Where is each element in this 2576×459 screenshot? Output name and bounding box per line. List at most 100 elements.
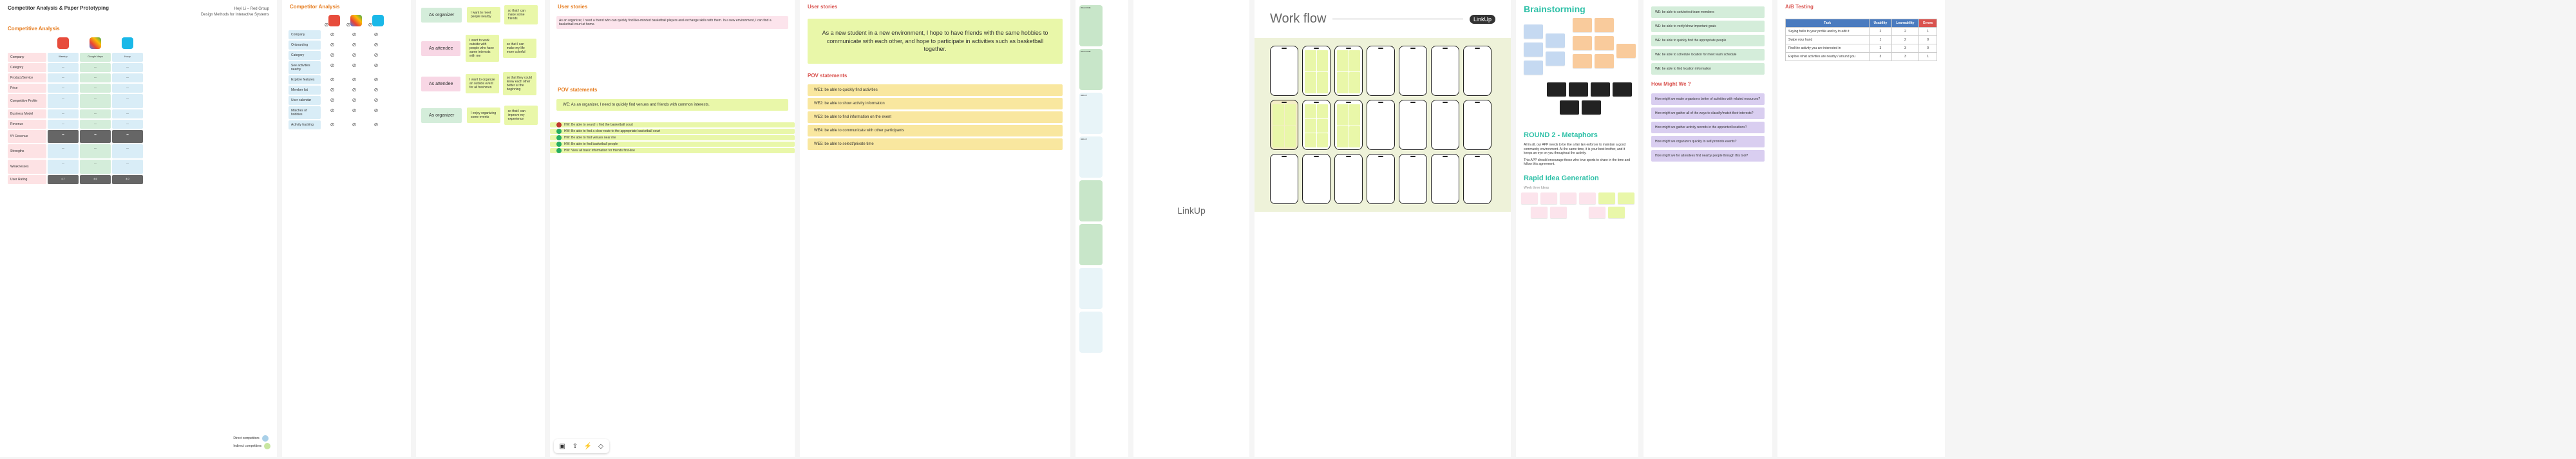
wireframe-phone[interactable]: [1399, 154, 1427, 204]
sticky-note[interactable]: [1616, 44, 1636, 58]
sticky-note[interactable]: I want to work outside with people who h…: [466, 35, 499, 62]
panel-pov-hmw: User stories As an organizer, I need a f…: [550, 0, 795, 457]
sticky-note[interactable]: I want to organize an outside event for …: [466, 74, 499, 93]
hoop-icon: [122, 37, 133, 49]
sticky-note[interactable]: I enjoy organizing some events: [467, 108, 500, 123]
table-row: Find the activity you are interested in3…: [1786, 44, 1937, 53]
competitor-table: Company Meetup Google Maps Hoop Category…: [0, 35, 277, 184]
sticky-note[interactable]: [1524, 24, 1543, 39]
sticky-note[interactable]: [1569, 82, 1588, 97]
wireframe-phone[interactable]: [1463, 100, 1492, 150]
sticky-note[interactable]: I want to meet people nearby: [467, 7, 500, 23]
section-title: User stories: [800, 0, 1070, 14]
wireframe-phone[interactable]: [1270, 100, 1298, 150]
wireframe-phone[interactable]: [1270, 46, 1298, 96]
we-statement: WE3: be able to find information on the …: [808, 111, 1063, 123]
wireframe-phone[interactable]: [1399, 100, 1427, 150]
sticky-note[interactable]: [1595, 36, 1614, 50]
sticky-note[interactable]: [1547, 82, 1566, 97]
sticky-note[interactable]: [1560, 192, 1577, 204]
page-title: Competitor Analysis & Paper Prototyping: [8, 5, 109, 17]
wireframe-phone[interactable]: [1334, 100, 1363, 150]
wireframe-phone[interactable]: [1302, 154, 1331, 204]
wireframe-phone[interactable]: [1431, 100, 1459, 150]
sticky-note[interactable]: so that I can make my life more colorful: [503, 39, 536, 58]
sticky-note[interactable]: [1531, 207, 1548, 218]
wireframe-phone[interactable]: [1367, 154, 1395, 204]
wireframe-phone[interactable]: [1367, 46, 1395, 96]
wireframe-phone[interactable]: [1334, 46, 1363, 96]
we-statement: WE2: be able to show activity informatio…: [808, 98, 1063, 109]
mock-screen: HELLO: [1079, 93, 1103, 134]
section-title: Competitive Analysis: [0, 22, 277, 35]
we-statement: WE: be able to sort/select team members: [1651, 6, 1765, 18]
image-icon[interactable]: ▣: [558, 442, 567, 451]
sticky-note[interactable]: [1573, 36, 1592, 50]
panel-linkup-title: LinkUp: [1133, 0, 1249, 457]
share-icon[interactable]: ⇪: [571, 442, 580, 451]
sticky-note[interactable]: [1524, 42, 1543, 57]
wireframe-phone[interactable]: [1334, 154, 1363, 204]
sticky-note[interactable]: [1579, 192, 1596, 204]
sticky-note[interactable]: [1613, 82, 1632, 97]
byline-course: Design Methods for Interactive Systems: [201, 13, 269, 17]
sticky-note[interactable]: [1591, 82, 1610, 97]
wireframe-phone[interactable]: [1367, 100, 1395, 150]
wireframe-phone[interactable]: [1431, 154, 1459, 204]
wireframe-phone[interactable]: [1431, 46, 1459, 96]
sticky-note[interactable]: [1546, 33, 1565, 48]
role-card: As attendee: [421, 41, 460, 56]
sticky-note[interactable]: [1521, 192, 1538, 204]
hmw-statement: How might we gather all of the ways to c…: [1651, 108, 1765, 119]
mock-screen: WELCOME: [1079, 5, 1103, 46]
wireframe-phone[interactable]: [1463, 46, 1492, 96]
section-title: POV statements: [550, 83, 795, 97]
sticky-note[interactable]: [1540, 192, 1557, 204]
panel-ab-testing: A/B Testing Task Usability Learnability …: [1777, 0, 1945, 457]
app-title: LinkUp: [1177, 205, 1206, 216]
bolt-icon[interactable]: ⚡: [583, 442, 592, 451]
sticky-note[interactable]: [1608, 207, 1625, 218]
sticky-note[interactable]: [1573, 18, 1592, 32]
we-statement: WE4: be able to communicate with other p…: [808, 125, 1063, 136]
sticky-note[interactable]: [1595, 18, 1614, 32]
tag-icon[interactable]: ◇: [596, 442, 605, 451]
panel-competitor-checklist: Competitor Analysis Company Onboarding C…: [282, 0, 411, 457]
user-story: As an organizer, I need a friend who can…: [556, 16, 788, 29]
googlemaps-icon: [350, 15, 362, 26]
sticky-note[interactable]: [1550, 207, 1567, 218]
panel-workflow: Work flow LinkUp: [1255, 0, 1511, 457]
testing-table: Task Usability Learnability Errors Sayin…: [1785, 19, 1937, 61]
wireframe-phone[interactable]: [1463, 154, 1492, 204]
sticky-note[interactable]: [1560, 100, 1579, 115]
wireframe-phone[interactable]: [1302, 46, 1331, 96]
wireframe-phone[interactable]: [1399, 46, 1427, 96]
sticky-note[interactable]: so that they could know each other bette…: [503, 72, 536, 95]
we-statement: WE: be able to verify/show important goa…: [1651, 21, 1765, 32]
section-title: ROUND 2 - Metaphors: [1516, 127, 1638, 143]
wireframe-phone[interactable]: [1302, 100, 1331, 150]
wireframe-phone[interactable]: [1270, 154, 1298, 204]
user-story-main: As a new student in a new environment, I…: [808, 19, 1063, 64]
floating-toolbar: ▣ ⇪ ⚡ ◇: [554, 439, 609, 453]
sticky-note[interactable]: [1582, 100, 1601, 115]
phone-grid: [1255, 38, 1511, 212]
sticky-note[interactable]: so that I can improve my experience: [504, 106, 538, 125]
sticky-note[interactable]: [1595, 54, 1614, 68]
table-row: Swipe your hand120: [1786, 36, 1937, 44]
role-card: As organizer: [421, 8, 462, 23]
hmw-statement: How might we gather activity records in …: [1651, 122, 1765, 133]
sticky-note[interactable]: [1589, 207, 1605, 218]
hmw-statement: How might we organizers quickly to self-…: [1651, 136, 1765, 147]
sticky-note[interactable]: [1598, 192, 1615, 204]
sticky-note[interactable]: [1573, 54, 1592, 68]
panel-brainstorming: Brainstorming ROUND 2 - Metaphors All in…: [1516, 0, 1638, 457]
hmw-item: HW: Be able to find basketball people: [550, 142, 795, 147]
app-badge: LinkUp: [1470, 15, 1495, 24]
sticky-note[interactable]: [1524, 61, 1543, 75]
sticky-note[interactable]: [1546, 52, 1565, 66]
sticky-note[interactable]: [1618, 192, 1634, 204]
sticky-note[interactable]: so that I can make some friends: [504, 5, 538, 24]
byline-name: Heyi Li – Red Group: [234, 7, 269, 11]
workflow-title: Work flow: [1270, 12, 1326, 26]
